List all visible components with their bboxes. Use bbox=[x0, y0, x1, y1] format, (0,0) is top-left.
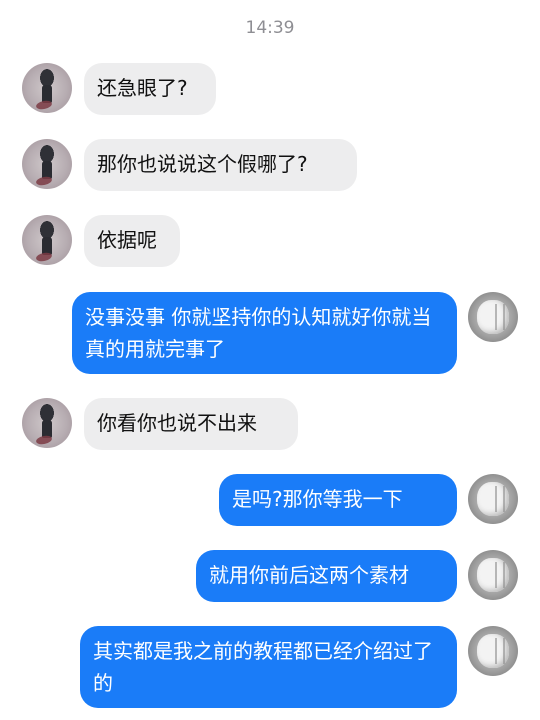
contact-avatar[interactable] bbox=[22, 139, 72, 189]
contact-avatar[interactable] bbox=[22, 398, 72, 448]
contact-avatar[interactable] bbox=[22, 63, 72, 113]
my-avatar[interactable] bbox=[468, 550, 518, 600]
incoming-message-bubble[interactable]: 依据呢 bbox=[84, 215, 180, 267]
contact-avatar[interactable] bbox=[22, 215, 72, 265]
outgoing-message-bubble[interactable]: 其实都是我之前的教程都已经介绍过了的 bbox=[80, 626, 457, 708]
outgoing-message-bubble[interactable]: 是吗?那你等我一下 bbox=[219, 474, 457, 526]
my-avatar[interactable] bbox=[468, 474, 518, 524]
outgoing-message-bubble[interactable]: 就用你前后这两个素材 bbox=[196, 550, 457, 602]
incoming-message-bubble[interactable]: 你看你也说不出来 bbox=[84, 398, 298, 450]
my-avatar[interactable] bbox=[468, 292, 518, 342]
incoming-message-bubble[interactable]: 那你也说说这个假哪了? bbox=[84, 139, 357, 191]
my-avatar[interactable] bbox=[468, 626, 518, 676]
outgoing-message-bubble[interactable]: 没事没事 你就坚持你的认知就好你就当真的用就完事了 bbox=[72, 292, 457, 374]
chat-timestamp: 14:39 bbox=[245, 18, 295, 38]
incoming-message-bubble[interactable]: 还急眼了? bbox=[84, 63, 216, 115]
